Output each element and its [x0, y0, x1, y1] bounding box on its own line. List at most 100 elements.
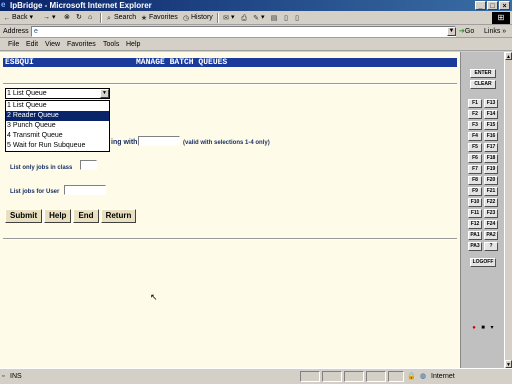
pf-key-f7[interactable]: F7: [468, 165, 482, 174]
pf-key-pa3[interactable]: PA3: [468, 242, 482, 251]
search-button[interactable]: ⌕ Search: [105, 13, 136, 23]
history-icon: ◷: [182, 15, 190, 22]
page-status-icon: ▫: [2, 373, 5, 380]
end-button[interactable]: End: [73, 209, 99, 223]
menu-tools[interactable]: Tools: [103, 39, 119, 50]
queue-option[interactable]: 5 Wait for Run Subqueue: [6, 141, 109, 151]
pf-key-f21[interactable]: F21: [484, 187, 498, 196]
refresh-button[interactable]: ↻: [76, 13, 82, 23]
queue-option-highlighted[interactable]: 2 Reader Queue: [6, 111, 109, 121]
pf-key-f16[interactable]: F16: [484, 132, 498, 141]
maximize-button[interactable]: □: [487, 1, 498, 10]
pf-key-f10[interactable]: F10: [468, 198, 482, 207]
screen-code: ESBQUI: [5, 58, 34, 67]
help-button[interactable]: Help: [44, 209, 72, 223]
pf-key-f1[interactable]: F1: [468, 99, 482, 108]
address-dropdown-icon[interactable]: ▼: [447, 27, 456, 36]
menu-help[interactable]: Help: [126, 39, 140, 50]
back-button[interactable]: ← Back ▾: [3, 13, 34, 23]
mail-button[interactable]: ✉ ▾: [222, 13, 234, 23]
go-button[interactable]: ➔Go: [459, 26, 474, 37]
pf-key-pa2[interactable]: PA2: [484, 231, 498, 240]
window-controls: _ □ ×: [475, 1, 510, 10]
menu-edit[interactable]: Edit: [26, 39, 38, 50]
research-button[interactable]: ▯: [293, 13, 302, 23]
scroll-down-icon[interactable]: ▼: [505, 360, 512, 368]
page-content: ESBQUI MANAGE BATCH QUEUES 1 List Queue …: [0, 52, 460, 368]
pf-key-f2[interactable]: F2: [468, 110, 482, 119]
enter-key-button[interactable]: ENTER: [470, 69, 496, 78]
indicator-dropdown-icon[interactable]: ▾: [489, 325, 495, 331]
user-input[interactable]: [64, 185, 106, 195]
print-icon: ⎙: [241, 15, 247, 22]
pf-key-f6[interactable]: F6: [468, 154, 482, 163]
clear-key-button[interactable]: CLEAR: [470, 80, 496, 89]
pf-key-f17[interactable]: F17: [484, 143, 498, 152]
stop-button[interactable]: ⊗: [64, 13, 70, 23]
user-label: List jobs for User: [10, 189, 60, 195]
queue-select[interactable]: 1 List Queue ▼: [5, 88, 110, 99]
standard-toolbar: ← Back ▾ → ▾ ⊗ ↻ ⌂ ⌕ Search ★ Favorites ◷ Hi…: [0, 11, 512, 25]
pf-key-f13[interactable]: F13: [484, 99, 498, 108]
pf-key-f12[interactable]: F12: [468, 220, 482, 229]
pf-key-f24[interactable]: F24: [484, 220, 498, 229]
pf-key-f19[interactable]: F19: [484, 165, 498, 174]
links-button[interactable]: Links »: [484, 26, 506, 37]
pf-key-f8[interactable]: F8: [468, 176, 482, 185]
back-arrow-icon: ←: [3, 15, 11, 22]
logoff-button[interactable]: LOGOFF: [470, 258, 496, 267]
pf-key-f22[interactable]: F22: [484, 198, 498, 207]
ie-icon: e: [1, 0, 6, 9]
pf-key-pa1[interactable]: PA1: [468, 231, 482, 240]
status-cell: [388, 371, 404, 382]
menu-view[interactable]: View: [45, 39, 60, 50]
window-title: IpBridge - Microsoft Internet Explorer: [10, 1, 152, 10]
home-icon: ⌂: [88, 14, 93, 21]
pf-key-q[interactable]: ?: [484, 242, 498, 251]
pf-key-f20[interactable]: F20: [484, 176, 498, 185]
home-button[interactable]: ⌂: [88, 13, 92, 23]
pf-key-f11[interactable]: F11: [468, 209, 482, 218]
menu-file[interactable]: File: [8, 39, 19, 50]
pf-key-f23[interactable]: F23: [484, 209, 498, 218]
submit-button[interactable]: Submit: [5, 209, 43, 223]
history-button[interactable]: ◷ History: [182, 13, 213, 23]
valid-note: (valid with selections 1-4 only): [183, 140, 270, 146]
discuss-button[interactable]: ▤: [270, 13, 279, 23]
class-input[interactable]: [80, 160, 97, 170]
queue-option[interactable]: 4 Transmit Queue: [6, 131, 109, 141]
queue-option[interactable]: 1 List Queue: [6, 101, 109, 111]
research-icon: ▯: [295, 15, 299, 22]
pf-key-f15[interactable]: F15: [484, 121, 498, 130]
menu-favorites[interactable]: Favorites: [67, 39, 96, 50]
pf-key-f3[interactable]: F3: [468, 121, 482, 130]
pf-key-f14[interactable]: F14: [484, 110, 498, 119]
forward-button[interactable]: → ▾: [43, 13, 55, 23]
pf-key-panel: ENTER CLEAR F1 F13 F2 F14 F3 F15 F4 F16 F5 F17 F6 F…: [460, 52, 504, 368]
status-text: INS: [10, 373, 22, 380]
vertical-scrollbar[interactable]: ▲ ▼: [504, 52, 512, 368]
page-icon: e: [34, 28, 38, 35]
minimize-button[interactable]: _: [475, 1, 486, 10]
pf-key-f9[interactable]: F9: [468, 187, 482, 196]
starting-with-input[interactable]: [138, 136, 180, 146]
favorites-button[interactable]: ★ Favorites: [140, 13, 178, 23]
record-indicator-icon[interactable]: ●: [471, 325, 477, 331]
stop-indicator-icon[interactable]: ■: [480, 325, 486, 331]
close-button[interactable]: ×: [499, 1, 510, 10]
scroll-up-icon[interactable]: ▲: [505, 52, 512, 60]
return-button[interactable]: Return: [100, 209, 137, 223]
search-icon: ⌕: [107, 15, 111, 22]
chevron-down-icon[interactable]: ▼: [100, 89, 109, 98]
address-input[interactable]: e: [31, 26, 456, 37]
edit-button[interactable]: ✎ ▾: [252, 13, 264, 23]
globe-icon: ◍: [420, 373, 427, 380]
pf-key-f18[interactable]: F18: [484, 154, 498, 163]
messenger-button[interactable]: ▯: [282, 13, 291, 23]
pf-key-f4[interactable]: F4: [468, 132, 482, 141]
print-button[interactable]: ⎙: [240, 13, 249, 23]
class-label: List only jobs in class: [10, 165, 73, 171]
queue-option[interactable]: 3 Punch Queue: [6, 121, 109, 131]
mouse-cursor-icon: ↖: [150, 292, 158, 302]
pf-key-f5[interactable]: F5: [468, 143, 482, 152]
